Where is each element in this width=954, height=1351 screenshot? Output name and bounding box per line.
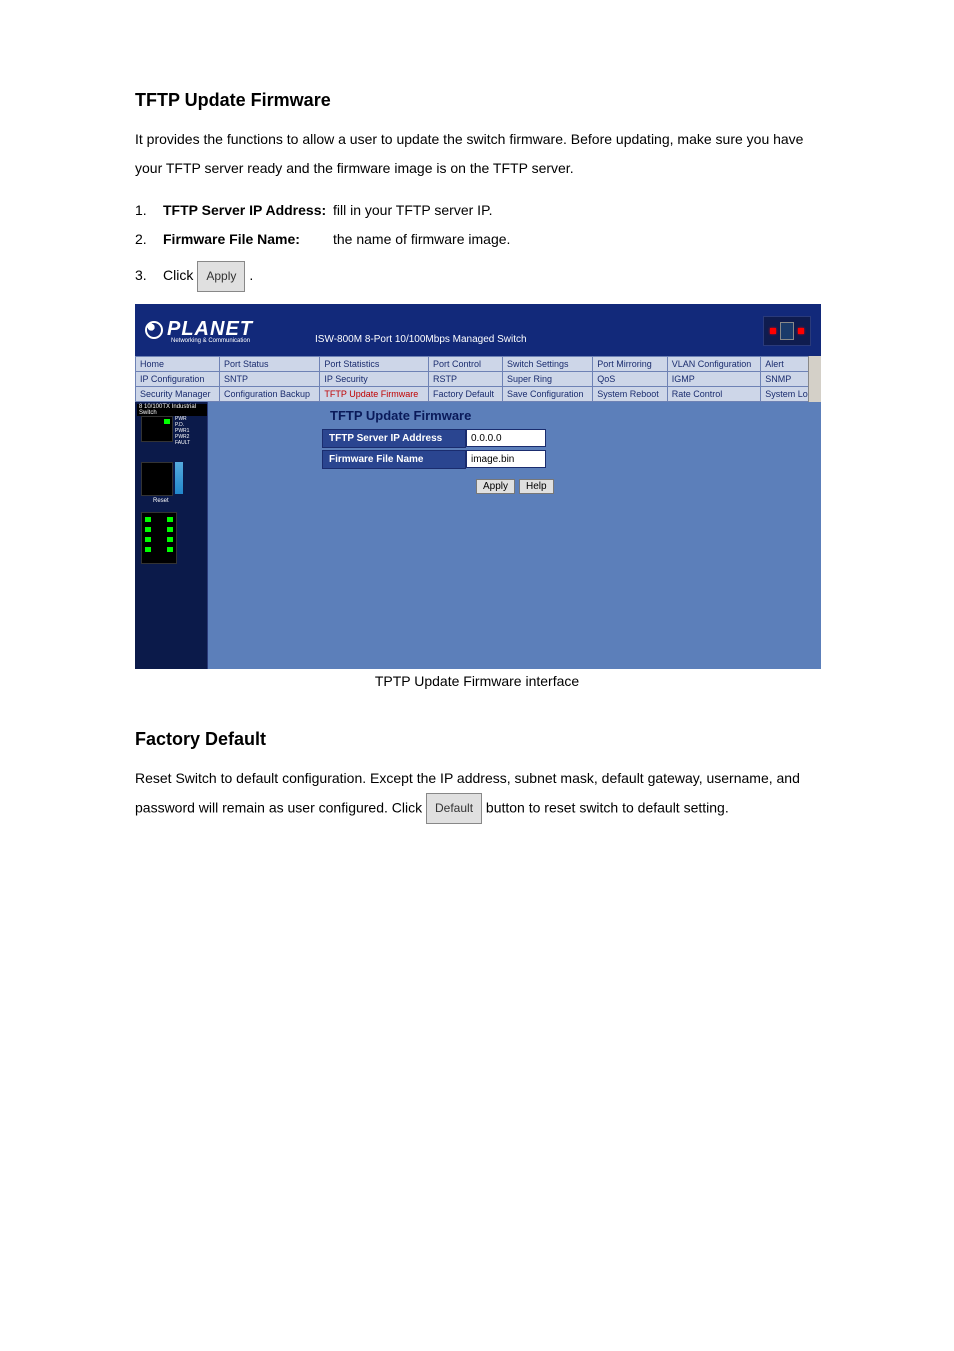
file-name-label: Firmware File Name — [322, 450, 466, 469]
factory-default-paragraph: Reset Switch to default configuration. E… — [135, 764, 819, 825]
led-icon — [770, 328, 776, 334]
nav-item[interactable]: QoS — [593, 371, 667, 386]
nav-row: Security Manager Configuration Backup TF… — [136, 386, 821, 401]
step-row-3: 3. Click Apply . — [135, 261, 819, 292]
app-header: PLANET Networking & Communication ISW-80… — [135, 304, 821, 356]
brand-subtitle: Networking & Communication — [171, 338, 250, 344]
step-row-1: 1. TFTP Server IP Address: fill in your … — [135, 196, 819, 225]
nav-item[interactable]: IP Security — [320, 371, 429, 386]
apply-button-inline: Apply — [197, 261, 245, 292]
help-button[interactable]: Help — [519, 479, 554, 494]
apply-button[interactable]: Apply — [476, 479, 515, 494]
ip-address-label: TFTP Server IP Address — [322, 429, 466, 448]
nav-row: IP Configuration SNTP IP Security RSTP S… — [136, 371, 821, 386]
screenshot-tftp-interface: PLANET Networking & Communication ISW-80… — [135, 304, 821, 665]
form-row-file: Firmware File Name — [322, 450, 821, 469]
nav-item[interactable]: IGMP — [667, 371, 761, 386]
button-row: Apply Help — [476, 479, 821, 494]
led-icon — [798, 328, 804, 334]
device-title: 8 10/100TX Industrial Switch — [137, 404, 207, 416]
device-led-labels: PWRP.D.PWR1PWR2FAULT — [175, 416, 190, 446]
step-number: 1. — [135, 196, 163, 225]
nav-item[interactable]: Rate Control — [667, 386, 761, 401]
nav-row: Home Port Status Port Statistics Port Co… — [136, 356, 821, 371]
step-text-post: . — [249, 261, 253, 290]
nav-item[interactable]: IP Configuration — [136, 371, 220, 386]
nav-item[interactable]: Home — [136, 356, 220, 371]
nav-item[interactable]: Port Control — [428, 356, 502, 371]
nav-item-active[interactable]: TFTP Update Firmware — [320, 386, 429, 401]
nav-item[interactable]: System Reboot — [593, 386, 667, 401]
nav-item[interactable]: Configuration Backup — [220, 386, 320, 401]
file-name-input[interactable] — [466, 450, 546, 468]
step-label: TFTP Server IP Address: — [163, 196, 333, 225]
shield-icon — [780, 322, 794, 340]
app-body: 8 10/100TX Industrial Switch PWRP.D.PWR1… — [135, 402, 821, 669]
device-module-icon — [141, 512, 177, 564]
intro-paragraph: It provides the functions to allow a use… — [135, 125, 819, 184]
step-text-pre: Click — [163, 261, 193, 290]
nav-item[interactable]: Security Manager — [136, 386, 220, 401]
step-label: Firmware File Name: — [163, 225, 333, 254]
step-number: 3. — [135, 261, 163, 290]
ip-address-input[interactable] — [466, 429, 546, 447]
figure-caption: TPTP Update Firmware interface — [135, 673, 819, 689]
section-heading-tftp: TFTP Update Firmware — [135, 90, 819, 111]
nav-item[interactable]: Port Statistics — [320, 356, 429, 371]
device-side-panel: 8 10/100TX Industrial Switch PWRP.D.PWR1… — [135, 402, 208, 669]
text-post: button to reset switch to default settin… — [486, 799, 729, 815]
nav-item[interactable]: Switch Settings — [502, 356, 592, 371]
step-row-2: 2. Firmware File Name: the name of firmw… — [135, 225, 819, 254]
device-module-icon — [141, 416, 173, 442]
main-panel: TFTP Update Firmware TFTP Server IP Addr… — [208, 402, 821, 669]
device-icon — [763, 316, 811, 346]
form-row-ip: TFTP Server IP Address — [322, 429, 821, 448]
nav-item[interactable]: SNTP — [220, 371, 320, 386]
nav-item[interactable]: Port Mirroring — [593, 356, 667, 371]
section-heading-factory: Factory Default — [135, 729, 819, 750]
nav-item[interactable]: VLAN Configuration — [667, 356, 761, 371]
globe-icon — [145, 321, 163, 339]
nav-item[interactable]: RSTP — [428, 371, 502, 386]
nav-item[interactable]: Factory Default — [428, 386, 502, 401]
nav-item[interactable]: Port Status — [220, 356, 320, 371]
reset-label: Reset — [153, 498, 169, 504]
step-number: 2. — [135, 225, 163, 254]
step-text: the name of firmware image. — [333, 225, 510, 254]
model-label: ISW-800M 8-Port 10/100Mbps Managed Switc… — [315, 334, 527, 345]
bargraph-icon — [175, 462, 183, 494]
nav-item[interactable]: Super Ring — [502, 371, 592, 386]
device-module-icon — [141, 462, 173, 496]
default-button-inline: Default — [426, 793, 482, 824]
nav-menu-table: Home Port Status Port Statistics Port Co… — [135, 356, 821, 402]
nav-item[interactable]: Save Configuration — [502, 386, 592, 401]
step-text: fill in your TFTP server IP. — [333, 196, 493, 225]
panel-title: TFTP Update Firmware — [330, 408, 821, 423]
